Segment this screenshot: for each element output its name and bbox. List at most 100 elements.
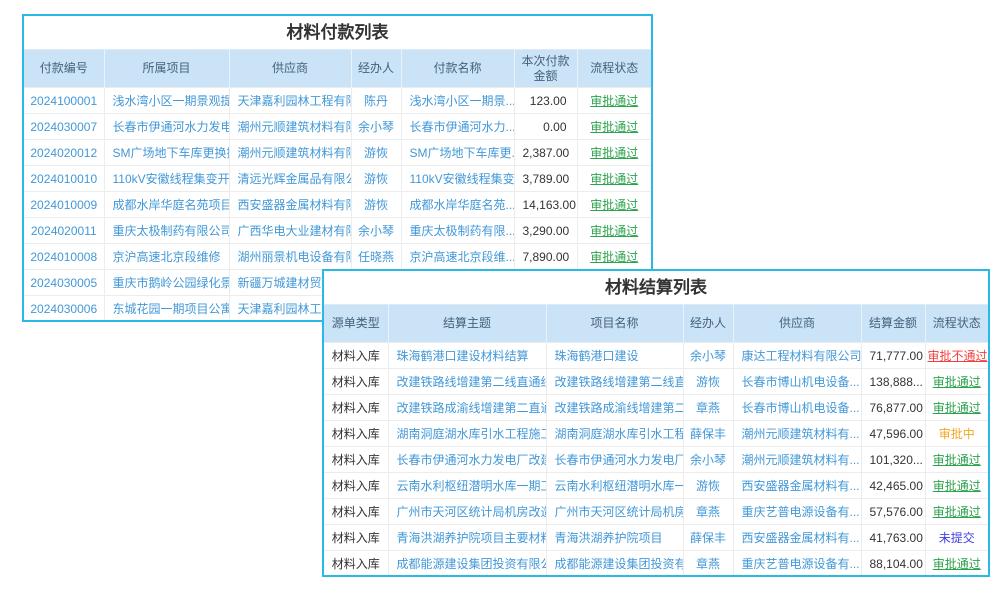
link-cell[interactable]: 章燕: [683, 395, 733, 421]
link-cell[interactable]: 长春市博山机电设备...: [733, 395, 861, 421]
link-cell[interactable]: 2024030006: [24, 296, 104, 322]
status-cell[interactable]: 审批通过: [577, 166, 651, 192]
link-cell[interactable]: 游恢: [683, 369, 733, 395]
link-cell[interactable]: 2024020011: [24, 218, 104, 244]
link-cell[interactable]: 游恢: [351, 166, 401, 192]
link-cell[interactable]: 重庆太极制药有限公司...: [104, 218, 229, 244]
link-cell[interactable]: 京沪高速北京段维修: [104, 244, 229, 270]
link-cell[interactable]: 游恢: [351, 140, 401, 166]
link-cell[interactable]: 西安盛器金属材料有...: [733, 525, 861, 551]
cell: 42,465.00: [861, 473, 925, 499]
link-cell[interactable]: 成都水岸华庭名苑...: [401, 192, 514, 218]
status-cell[interactable]: 审批通过: [925, 369, 988, 395]
link-cell[interactable]: 湖州丽景机电设备有限...: [229, 244, 351, 270]
column-header: 结算主题: [388, 305, 546, 343]
link-cell[interactable]: 2024020012: [24, 140, 104, 166]
cell: 138,888...: [861, 369, 925, 395]
link-cell[interactable]: 广州市天河区统计局机房...: [546, 499, 683, 525]
link-cell[interactable]: 浅水湾小区一期景...: [401, 88, 514, 114]
link-cell[interactable]: 长春市博山机电设备...: [733, 369, 861, 395]
status-cell[interactable]: 审批通过: [577, 218, 651, 244]
link-cell[interactable]: 天津嘉利园林工程有限...: [229, 88, 351, 114]
link-cell[interactable]: 湖南洞庭湖水库引水工程...: [546, 421, 683, 447]
link-cell[interactable]: 云南水利枢纽潜明水库一...: [546, 473, 683, 499]
link-cell[interactable]: 潮州元顺建筑材料有...: [733, 421, 861, 447]
link-cell[interactable]: 广西华电大业建材有限...: [229, 218, 351, 244]
link-cell[interactable]: 浅水湾小区一期景观提...: [104, 88, 229, 114]
link-cell[interactable]: 余小琴: [683, 447, 733, 473]
link-cell[interactable]: 重庆太极制药有限...: [401, 218, 514, 244]
status-cell[interactable]: 审批通过: [577, 88, 651, 114]
link-cell[interactable]: 潮州元顺建筑材料有限...: [229, 140, 351, 166]
link-cell[interactable]: 陈丹: [351, 88, 401, 114]
status-cell[interactable]: 审批通过: [577, 114, 651, 140]
column-header: 流程状态: [577, 50, 651, 88]
table-row: 材料入库广州市天河区统计局机房改造项目...广州市天河区统计局机房...章燕重庆…: [324, 499, 988, 525]
link-cell[interactable]: 110kV安徽线程集变...: [401, 166, 514, 192]
link-cell[interactable]: 西安盛器金属材料有限...: [229, 192, 351, 218]
link-cell[interactable]: 长春市伊通河水力发电...: [104, 114, 229, 140]
link-cell[interactable]: 成都水岸华庭名苑项目...: [104, 192, 229, 218]
link-cell[interactable]: 青海洪湖养护院项目: [546, 525, 683, 551]
link-cell[interactable]: 潮州元顺建筑材料有...: [733, 447, 861, 473]
link-cell[interactable]: 改建铁路成渝线增建第二直通线（...: [388, 395, 546, 421]
link-cell[interactable]: 章燕: [683, 499, 733, 525]
cell: 材料入库: [324, 551, 388, 577]
link-cell[interactable]: 游恢: [351, 192, 401, 218]
table-row: 材料入库长春市伊通河水力发电厂改建工程...长春市伊通河水力发电厂...余小琴潮…: [324, 447, 988, 473]
link-cell[interactable]: 珠海鹤港口建设: [546, 343, 683, 369]
link-cell[interactable]: 2024100001: [24, 88, 104, 114]
status-cell[interactable]: 审批通过: [925, 499, 988, 525]
link-cell[interactable]: 任晓燕: [351, 244, 401, 270]
link-cell[interactable]: 长春市伊通河水力发电厂...: [546, 447, 683, 473]
column-header: 经办人: [351, 50, 401, 88]
link-cell[interactable]: SM广场地下车库更...: [401, 140, 514, 166]
link-cell[interactable]: 薛保丰: [683, 421, 733, 447]
link-cell[interactable]: 珠海鹤港口建设材料结算: [388, 343, 546, 369]
table-row: 材料入库成都能源建设集团投资有限公司临...成都能源建设集团投资有...章燕重庆…: [324, 551, 988, 577]
link-cell[interactable]: 青海洪湖养护院项目主要材料结算: [388, 525, 546, 551]
link-cell[interactable]: 余小琴: [683, 343, 733, 369]
link-cell[interactable]: 薛保丰: [683, 525, 733, 551]
link-cell[interactable]: 重庆市鹅岭公园绿化景...: [104, 270, 229, 296]
link-cell[interactable]: 成都能源建设集团投资有限公司临...: [388, 551, 546, 577]
link-cell[interactable]: 清远光辉金属品有限公司: [229, 166, 351, 192]
link-cell[interactable]: 重庆艺普电源设备有...: [733, 499, 861, 525]
link-cell[interactable]: 改建铁路线增建第二线直通线（成...: [388, 369, 546, 395]
link-cell[interactable]: 110kV安徽线程集变开断...: [104, 166, 229, 192]
link-cell[interactable]: 2024010008: [24, 244, 104, 270]
link-cell[interactable]: 游恢: [683, 473, 733, 499]
link-cell[interactable]: 2024030005: [24, 270, 104, 296]
status-cell[interactable]: 审批通过: [577, 192, 651, 218]
link-cell[interactable]: 长春市伊通河水力...: [401, 114, 514, 140]
status-cell[interactable]: 审批通过: [577, 244, 651, 270]
link-cell[interactable]: 成都能源建设集团投资有...: [546, 551, 683, 577]
status-cell[interactable]: 审批通过: [925, 473, 988, 499]
link-cell[interactable]: 京沪高速北京段维...: [401, 244, 514, 270]
link-cell[interactable]: 章燕: [683, 551, 733, 577]
link-cell[interactable]: SM广场地下车库更换摄...: [104, 140, 229, 166]
link-cell[interactable]: 2024010009: [24, 192, 104, 218]
status-cell[interactable]: 审批通过: [925, 551, 988, 577]
link-cell[interactable]: 重庆艺普电源设备有...: [733, 551, 861, 577]
status-cell[interactable]: 审批通过: [577, 140, 651, 166]
cell: 88,104.00: [861, 551, 925, 577]
link-cell[interactable]: 余小琴: [351, 218, 401, 244]
link-cell[interactable]: 广州市天河区统计局机房改造项目...: [388, 499, 546, 525]
status-cell[interactable]: 审批通过: [925, 395, 988, 421]
link-cell[interactable]: 潮州元顺建筑材料有限...: [229, 114, 351, 140]
link-cell[interactable]: 2024030007: [24, 114, 104, 140]
link-cell[interactable]: 康达工程材料有限公司: [733, 343, 861, 369]
link-cell[interactable]: 2024010010: [24, 166, 104, 192]
link-cell[interactable]: 东城花园一期项目公寓...: [104, 296, 229, 322]
link-cell[interactable]: 长春市伊通河水力发电厂改建工程...: [388, 447, 546, 473]
status-cell[interactable]: 审批不通过: [925, 343, 988, 369]
status-cell[interactable]: 审批通过: [925, 447, 988, 473]
column-header: 流程状态: [925, 305, 988, 343]
link-cell[interactable]: 改建铁路线增建第二线直...: [546, 369, 683, 395]
link-cell[interactable]: 改建铁路成渝线增建第二...: [546, 395, 683, 421]
link-cell[interactable]: 余小琴: [351, 114, 401, 140]
link-cell[interactable]: 云南水利枢纽潜明水库一期工程施...: [388, 473, 546, 499]
link-cell[interactable]: 湖南洞庭湖水库引水工程施工I标材...: [388, 421, 546, 447]
link-cell[interactable]: 西安盛器金属材料有...: [733, 473, 861, 499]
